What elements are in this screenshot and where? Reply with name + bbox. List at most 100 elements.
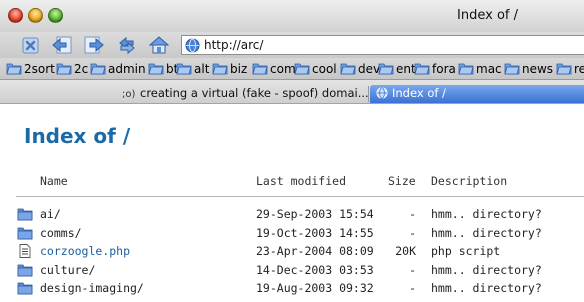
bookmark-com[interactable]: com	[252, 61, 296, 77]
listing-row: design-imaging/19-Aug-2003 09:32 - hmm.. d…	[0, 280, 584, 298]
window-title: Index of /	[457, 8, 518, 23]
tab-divider	[368, 86, 369, 102]
bookmark-folder-icon	[212, 63, 228, 75]
bookmark-label: mac	[476, 62, 502, 76]
bookmark-folder-icon	[378, 63, 394, 75]
folder-icon	[17, 264, 33, 276]
address-bar[interactable]: http://arc/	[181, 35, 584, 55]
bookmark-folder-icon	[148, 63, 164, 75]
stop-button[interactable]	[20, 34, 42, 56]
bookmark-folder-icon	[556, 63, 572, 75]
bookmark-fora[interactable]: fora	[414, 61, 456, 77]
column-header-modified[interactable]: Last modified	[256, 174, 346, 188]
bookmarks-bar: 2sort 2c admin bt alt biz com cool dev ent fora mac…	[0, 58, 584, 80]
bookmark-admin[interactable]: admin	[90, 61, 146, 77]
entry-name-link[interactable]: corzoogle.php	[40, 244, 130, 258]
browser-window: Index of / http://arc/ 2sort 2c admin bt…	[0, 0, 584, 302]
bookmark-label: fora	[432, 62, 456, 76]
folder-icon	[17, 208, 33, 221]
folder-icon	[17, 282, 33, 295]
bookmark-folder-icon	[176, 63, 192, 75]
listing-row: ai/29-Sep-2003 15:54 - hmm.. directory?	[0, 206, 584, 224]
last-modified: 19-Oct-2003 14:55	[256, 225, 374, 240]
bookmark-folder-icon	[294, 63, 310, 75]
bookmark-bt[interactable]: bt	[148, 61, 178, 77]
globe-icon	[185, 38, 200, 53]
bookmark-folder-icon	[90, 63, 106, 75]
tab-label: creating a virtual (fake - spoof) domai.…	[140, 86, 368, 100]
bookmark-biz[interactable]: biz	[212, 61, 247, 77]
back-button[interactable]	[51, 34, 73, 56]
bookmark-folder-icon	[340, 63, 356, 75]
header-divider	[16, 196, 584, 197]
reload-icon	[119, 36, 135, 55]
bookmark-dev[interactable]: dev	[340, 61, 380, 77]
bookmark-label: alt	[194, 62, 210, 76]
listing-row: corzoogle.php 23-Apr-2004 08:09 20K php scr…	[0, 243, 584, 261]
reload-button[interactable]	[116, 34, 138, 56]
directory-listing: Name Last modified Size Description ai/2…	[0, 104, 584, 302]
description: hmm.. directory?	[431, 281, 542, 295]
back-icon	[52, 36, 72, 54]
page-content: Index of / Name Last modified Size Descr…	[0, 104, 584, 302]
bookmark-folder-icon	[414, 63, 430, 75]
navigation-toolbar: http://arc/	[0, 32, 584, 58]
folder-icon	[17, 227, 33, 239]
bookmark-ent[interactable]: ent	[378, 61, 416, 77]
entry-name-link[interactable]: ai/	[40, 207, 61, 221]
column-header-name[interactable]: Name	[40, 174, 68, 188]
globe-icon	[376, 87, 388, 99]
title-bar: Index of /	[0, 0, 584, 32]
bookmark-2sort[interactable]: 2sort	[6, 61, 55, 77]
tab-strip: ;o) creating a virtual (fake - spoof) dom…	[0, 80, 584, 104]
column-header-size[interactable]: Size	[388, 174, 416, 188]
last-modified: 19-Aug-2003 09:32	[256, 281, 374, 295]
forward-button[interactable]	[83, 34, 105, 56]
stop-icon	[22, 37, 39, 54]
entry-name-link[interactable]: culture/	[40, 263, 95, 277]
bookmark-folder-icon	[504, 63, 520, 75]
bookmark-label: 2c	[74, 62, 89, 76]
bookmark-label: com	[270, 62, 296, 76]
bookmark-label: dev	[358, 62, 381, 76]
tab-label: Index of /	[392, 86, 446, 100]
file-size: -	[409, 225, 416, 240]
smiley-favicon: ;o)	[122, 89, 136, 100]
bookmark-folder-icon	[458, 63, 474, 75]
bookmark-label: ent	[396, 62, 416, 76]
description: hmm.. directory?	[431, 262, 542, 277]
home-icon	[148, 36, 170, 54]
description: hmm.. directory?	[431, 225, 542, 240]
last-modified: 14-Dec-2003 03:53	[256, 262, 374, 277]
bookmark-cool[interactable]: cool	[294, 61, 337, 77]
bookmark-alt[interactable]: alt	[176, 61, 209, 77]
bookmark-label: ref	[574, 62, 584, 76]
description: php script	[431, 244, 501, 258]
column-header-description[interactable]: Description	[431, 174, 507, 188]
bookmark-label: admin	[108, 62, 146, 76]
bookmark-mac[interactable]: mac	[458, 61, 502, 77]
bookmark-ref[interactable]: ref	[556, 61, 584, 77]
file-size: -	[409, 207, 416, 221]
forward-icon	[84, 36, 104, 54]
file-size: -	[409, 281, 416, 295]
bookmark-label: biz	[230, 62, 248, 76]
entry-name-link[interactable]: design-imaging/	[40, 281, 144, 295]
tab-virtual-domain[interactable]: ;o) creating a virtual (fake - spoof) dom…	[118, 85, 368, 103]
bookmark-label: cool	[312, 62, 337, 76]
bookmark-label: news	[522, 62, 554, 76]
home-button[interactable]	[148, 34, 170, 56]
listing-row: comms/19-Oct-2003 14:55 - hmm.. directory?	[0, 225, 584, 243]
bookmark-folder-icon	[56, 63, 72, 75]
bookmark-news[interactable]: news	[504, 61, 553, 77]
file-size: 20K	[395, 244, 416, 258]
description: hmm.. directory?	[431, 207, 542, 221]
last-modified: 29-Sep-2003 15:54	[256, 207, 374, 221]
tab-index-of[interactable]: Index of /	[370, 85, 584, 103]
entry-name-link[interactable]: comms/	[40, 226, 82, 240]
bookmark-2c[interactable]: 2c	[56, 61, 88, 77]
file-size: -	[409, 262, 416, 277]
listing-row: culture/14-Dec-2003 03:53 - hmm.. director…	[0, 262, 584, 280]
document-icon	[19, 244, 31, 258]
bookmark-folder-icon	[252, 63, 268, 75]
